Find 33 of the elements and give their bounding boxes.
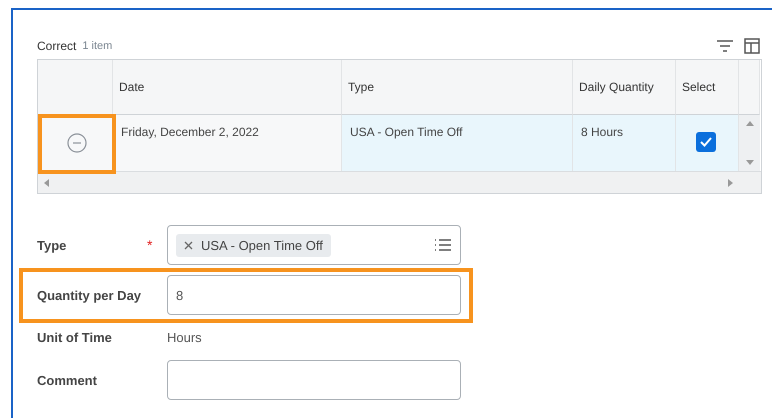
table-cell: USA - Open Time Off	[342, 115, 573, 171]
column-header: Date	[113, 60, 342, 115]
field-label: Comment	[37, 372, 98, 388]
column-header: Type	[342, 60, 573, 115]
scroll-up-icon[interactable]	[746, 121, 754, 126]
remove-icon[interactable]	[184, 240, 193, 250]
vertical-scrollbar[interactable]	[739, 115, 760, 171]
scroll-left-icon[interactable]	[44, 178, 49, 186]
item-count: 1 item	[82, 40, 112, 52]
scroll-right-icon[interactable]	[728, 178, 733, 186]
columns-icon[interactable]	[744, 38, 760, 54]
list-icon[interactable]	[434, 238, 452, 252]
input-field[interactable]	[167, 360, 461, 400]
input-field[interactable]: 8	[167, 275, 461, 315]
required-mark: *	[147, 237, 152, 253]
checkmark-icon	[700, 137, 712, 147]
field-value: Hours	[167, 330, 202, 345]
type-select-field[interactable]: USA - Open Time Off	[167, 225, 461, 265]
column-header: Select	[676, 60, 739, 115]
table-header-cell	[739, 60, 760, 115]
filter-icon[interactable]	[716, 39, 734, 53]
horizontal-scrollbar[interactable]	[38, 171, 761, 193]
field-label: Type	[37, 238, 68, 252]
select-checkbox[interactable]	[696, 132, 716, 152]
scroll-down-icon[interactable]	[746, 160, 754, 165]
section-title: Correct	[37, 39, 76, 53]
minus-circle-icon[interactable]	[67, 133, 87, 153]
field-label: Unit of Time	[37, 330, 113, 345]
column-header: Daily Quantity	[573, 60, 676, 115]
tag-label: USA - Open Time Off	[201, 238, 323, 252]
table-cell: 8 Hours	[573, 115, 676, 171]
field-label: Quantity per Day	[37, 288, 142, 302]
table-cell: Friday, December 2, 2022	[113, 115, 342, 171]
